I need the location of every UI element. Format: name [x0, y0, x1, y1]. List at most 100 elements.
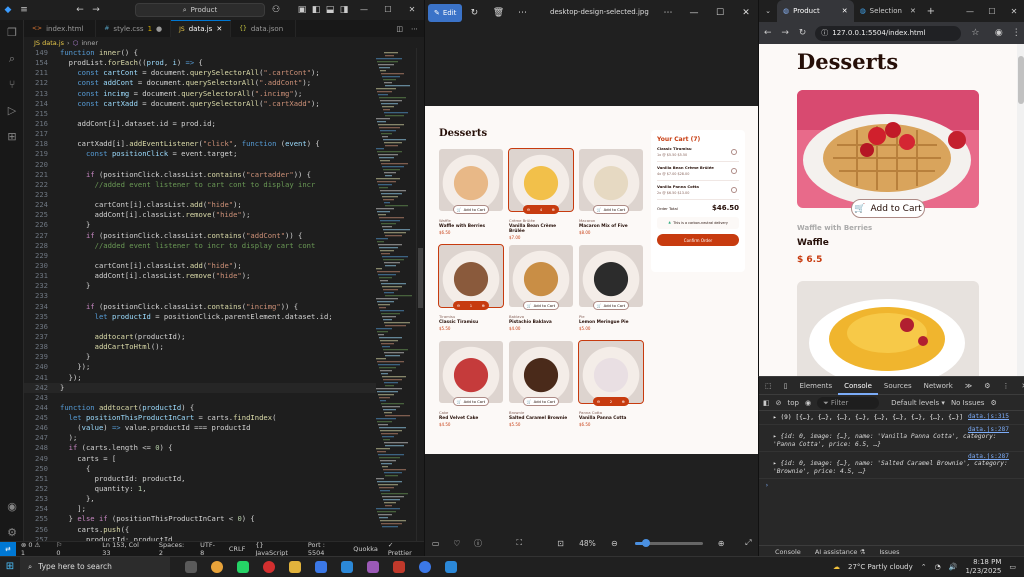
chrome-dev-icon[interactable] — [308, 557, 334, 577]
code-line[interactable]: 215 — [24, 109, 376, 119]
log-source-link[interactable]: data.js:287 — [968, 453, 1009, 460]
source-control-icon[interactable]: ⑂ — [0, 72, 24, 98]
drawer-tab-console[interactable]: Console — [775, 548, 801, 556]
rotate-icon[interactable]: ↻ — [462, 8, 486, 18]
zoom-slider[interactable] — [634, 538, 703, 547]
devtools-tab-more[interactable]: ≫ — [959, 377, 978, 395]
inspect-element-icon[interactable]: ⬚ — [759, 377, 778, 395]
code-line[interactable]: 250 { — [24, 464, 376, 474]
code-line[interactable]: 248 if (carts.length <= 0) { — [24, 443, 376, 453]
code-line[interactable]: 244 function addtocart(productId) { — [24, 403, 376, 413]
edit-button[interactable]: ✎ Edit — [428, 4, 463, 22]
filmstrip-icon[interactable]: ▭ — [425, 539, 446, 548]
whatsapp-icon[interactable] — [230, 557, 256, 577]
back-arrow-icon[interactable]: ← — [759, 28, 776, 38]
code-line[interactable]: 240 }); — [24, 362, 376, 372]
console-log[interactable]: data.js:315 ▸ (9) [{…}, {…}, {…}, {…}, {… — [759, 411, 1024, 541]
editor-scrollbar[interactable] — [416, 48, 424, 548]
more-options-icon[interactable]: ⋯ — [510, 8, 534, 18]
reload-icon[interactable]: ↻ — [794, 28, 811, 38]
code-line[interactable]: 222 //added event listener to cart cont … — [24, 180, 376, 190]
code-line[interactable]: 232 } — [24, 281, 376, 291]
chrome-profile-icon[interactable] — [412, 557, 438, 577]
breadcrumb-symbol[interactable]: inner — [81, 39, 98, 47]
forward-arrow-icon[interactable]: → — [88, 5, 104, 15]
close-icon[interactable]: ✕ — [1003, 7, 1024, 16]
code-editor[interactable]: 149 function inner() {154 prodList.forEac… — [24, 48, 376, 548]
clock[interactable]: 8:18 PM 1/23/2025 — [965, 558, 1001, 576]
console-entry[interactable]: data.js:287 ▸ {id: 0, image: {…}, name: … — [759, 452, 1024, 479]
code-line[interactable]: 223 — [24, 190, 376, 200]
remote-indicator-icon[interactable]: ⇄ — [0, 541, 16, 557]
log-source-link[interactable]: data.js:315 — [968, 413, 1009, 420]
status-cursor-position[interactable]: Ln 153, Col 33 — [97, 541, 154, 557]
code-line[interactable]: 149 function inner() { — [24, 48, 376, 58]
devtools-settings-icon[interactable]: ⚙ — [978, 377, 996, 395]
breadcrumb-file[interactable]: JS data.js — [34, 39, 64, 47]
zoom-slider-thumb[interactable] — [641, 538, 650, 547]
drawer-tab-ai-assistance[interactable]: AI assistance ⚗ — [815, 548, 866, 556]
add-to-cart-button[interactable]: 🛒 Add to Cart — [851, 199, 925, 218]
devtools-tab-network[interactable]: Network — [918, 377, 959, 395]
close-icon[interactable]: ✕ — [400, 0, 424, 20]
code-line[interactable]: 254 ]; — [24, 504, 376, 514]
clear-console-icon[interactable]: ⊘ — [776, 399, 782, 407]
code-line[interactable]: 245 let positionThisProductInCart = cart… — [24, 413, 376, 423]
sidebar-toggle-icon[interactable]: ◧ — [763, 399, 770, 407]
record-icon[interactable] — [256, 557, 282, 577]
editor-more-icon[interactable]: ⋯ — [411, 25, 418, 33]
volume-icon[interactable]: 🔊 — [949, 563, 958, 571]
drawer-tab-issues[interactable]: Issues — [879, 548, 899, 556]
close-tab-icon[interactable]: ✕ — [216, 25, 222, 33]
minimap[interactable] — [376, 48, 416, 548]
weather-text[interactable]: 27°C Partly cloudy — [848, 563, 913, 571]
forward-arrow-icon[interactable]: → — [776, 28, 793, 38]
tab-index-html[interactable]: <> index.html — [24, 20, 97, 37]
close-icon[interactable]: ✕ — [733, 0, 759, 26]
code-line[interactable]: 251 productId: productId, — [24, 474, 376, 484]
code-line[interactable]: 226 } — [24, 220, 376, 230]
devtools-close-icon[interactable]: ✕ — [1015, 377, 1024, 395]
account-icon[interactable]: ◉ — [0, 494, 24, 520]
file-explorer-icon[interactable] — [282, 557, 308, 577]
code-line[interactable]: 218 cartXadd[i].addEventListener("click"… — [24, 139, 376, 149]
secondary-sidebar-icon[interactable]: ◨ — [336, 5, 352, 15]
code-line[interactable]: 214 const cartXadd = document.querySelec… — [24, 99, 376, 109]
chrome-icon[interactable] — [204, 557, 230, 577]
zoom-out-icon[interactable]: ⊖ — [604, 539, 625, 548]
code-line[interactable]: 236 — [24, 322, 376, 332]
weather-icon[interactable]: ☁ — [833, 563, 840, 571]
back-arrow-icon[interactable]: ← — [72, 5, 88, 15]
browser-tab[interactable]: ◍ Selection ✕ — [854, 0, 922, 22]
devtools-tab-elements[interactable]: Elements — [793, 377, 838, 395]
code-line[interactable]: 230 cartCont[i].classList.add("hide"); — [24, 261, 376, 271]
code-line[interactable]: 238 addCartToHtml(); — [24, 342, 376, 352]
issues-counter[interactable]: No Issues — [951, 399, 985, 407]
code-line[interactable]: 249 carts = [ — [24, 454, 376, 464]
status-problems[interactable]: ⊗ 0 ⚠ 1 — [16, 541, 52, 557]
run-debug-icon[interactable]: ▷ — [0, 98, 24, 124]
status-indentation[interactable]: Spaces: 2 — [154, 541, 195, 557]
bookmark-star-icon[interactable]: ☆ — [967, 28, 984, 38]
code-line[interactable]: 241 }); — [24, 373, 376, 383]
device-toggle-icon[interactable]: ▯ — [778, 377, 794, 395]
maximize-icon[interactable]: ☐ — [707, 0, 733, 26]
code-line[interactable]: 235 let productId = positionClick.parent… — [24, 312, 376, 322]
windows-start-icon[interactable]: ⊞ — [0, 561, 20, 572]
status-encoding[interactable]: UTF-8 — [195, 541, 224, 557]
code-line[interactable]: 231 addCont[i].classList.remove("hide"); — [24, 271, 376, 281]
code-line[interactable]: 154 prodList.forEach((prod, i) => { — [24, 58, 376, 68]
scrollbar-thumb[interactable] — [418, 248, 423, 308]
url-field[interactable]: ⓘ 127.0.0.1:5504/index.html — [815, 25, 961, 41]
code-line[interactable]: 256 carts.push({ — [24, 525, 376, 535]
app-icon[interactable] — [386, 557, 412, 577]
browser-tab[interactable]: ◍ Product ✕ — [777, 0, 854, 22]
log-levels-dropdown[interactable]: Default levels ▾ — [891, 399, 945, 407]
tab-style-css[interactable]: # style.css 1 ● — [96, 20, 172, 37]
command-center-search[interactable]: ⌕ Product — [135, 3, 265, 17]
zoom-in-icon[interactable]: ⊕ — [711, 539, 732, 548]
code-line[interactable]: 246 (value) => value.productId === produ… — [24, 423, 376, 433]
extensions-icon[interactable]: ⊞ — [0, 124, 24, 150]
minimize-icon[interactable]: — — [959, 7, 981, 16]
status-language[interactable]: {} JavaScript — [250, 541, 303, 557]
